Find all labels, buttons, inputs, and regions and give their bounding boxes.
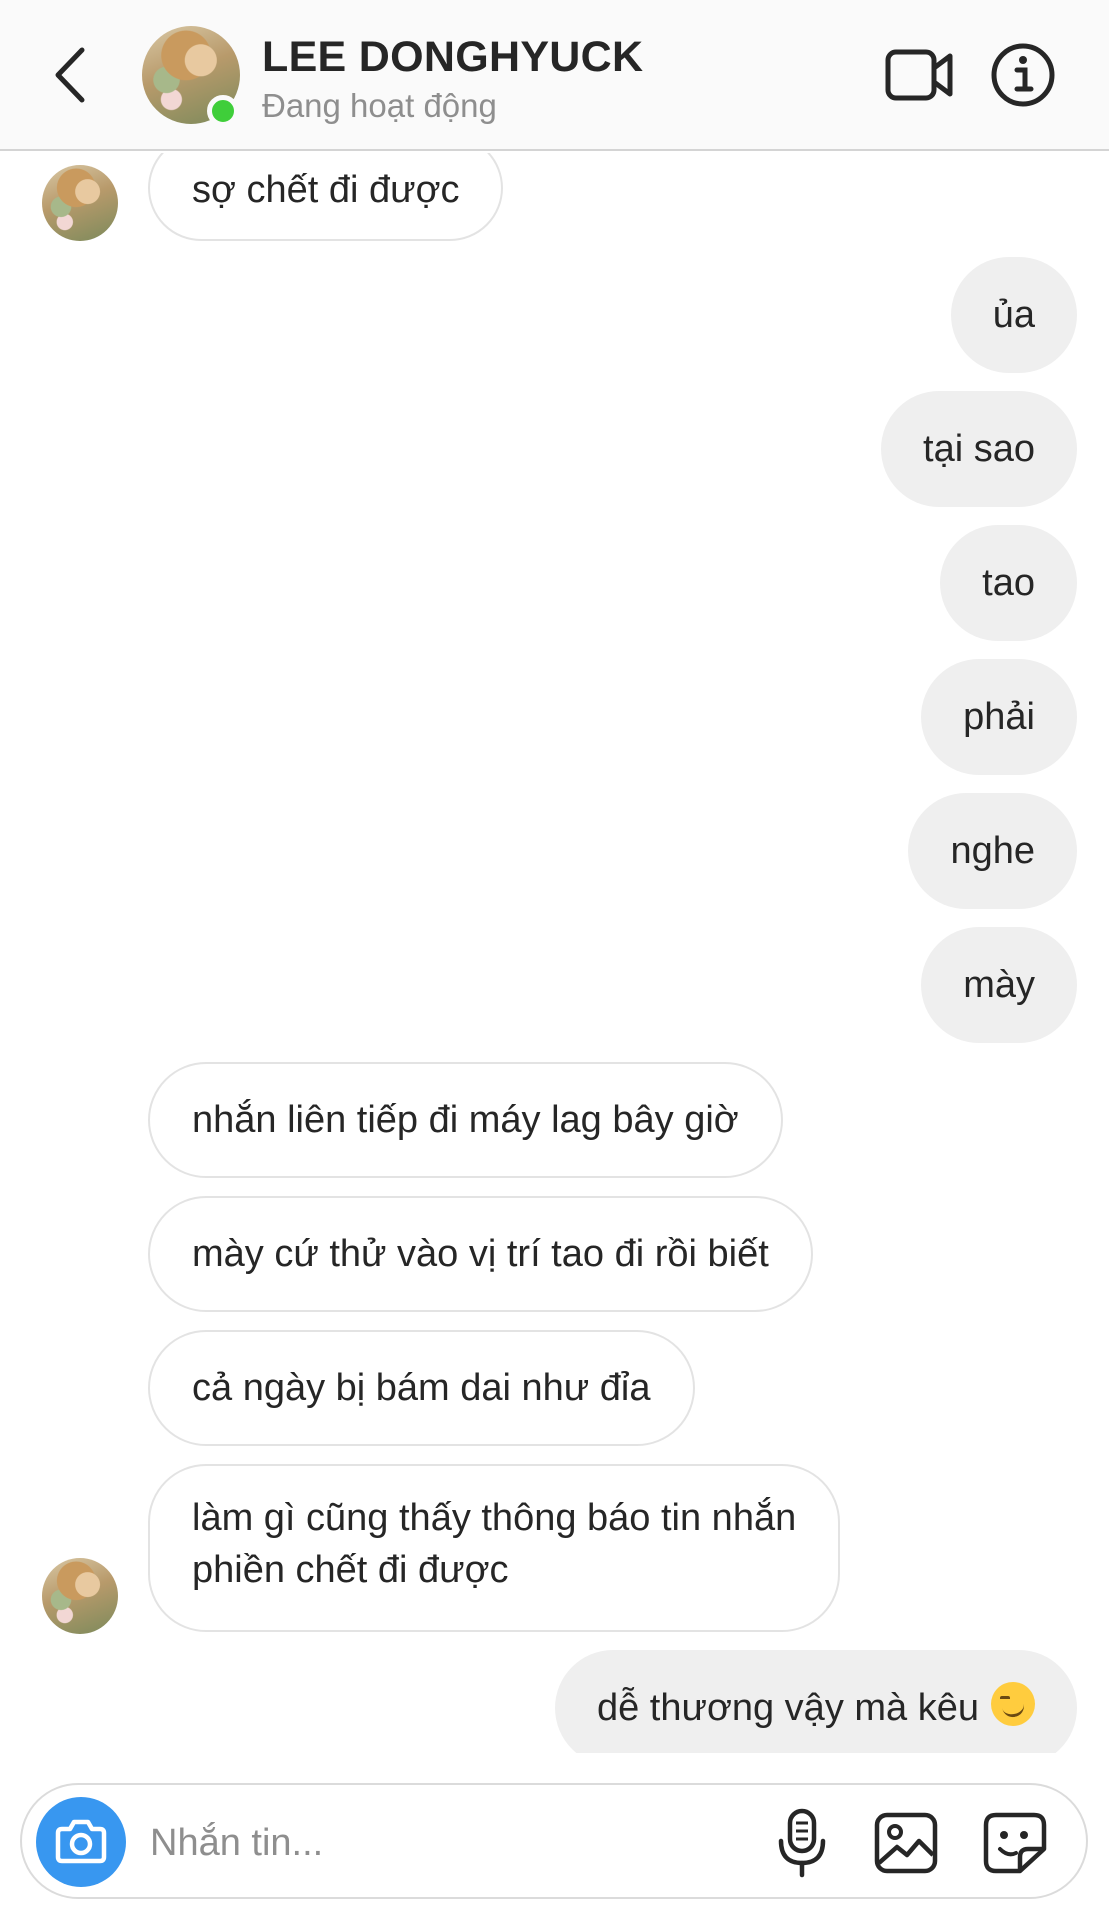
message-outgoing[interactable]: dễ thương vậy mà kêu: [554, 1650, 1077, 1753]
sender-avatar[interactable]: [42, 165, 118, 241]
sticker-icon[interactable]: [982, 1811, 1048, 1875]
info-icon[interactable]: [990, 42, 1056, 108]
message-incoming[interactable]: sợ chết đi được: [148, 153, 504, 241]
contact-name[interactable]: LEE DONGHYUCK: [262, 33, 643, 82]
message-list[interactable]: sợ chết đi được ủa tại sao tao phải nghe…: [0, 153, 1109, 1753]
camera-icon: [55, 1819, 107, 1864]
online-indicator: [207, 95, 239, 127]
message-outgoing[interactable]: tao: [940, 525, 1077, 641]
message-outgoing[interactable]: phải: [921, 659, 1077, 775]
message-incoming[interactable]: làm gì cũng thấy thông báo tin nhắn phiề…: [148, 1464, 841, 1632]
message-outgoing[interactable]: tại sao: [881, 391, 1077, 507]
contact-status: Đang hoạt động: [262, 87, 497, 124]
gallery-icon[interactable]: [873, 1811, 939, 1875]
message-composer: [20, 1783, 1088, 1899]
message-line: phiền chết đi được: [192, 1549, 509, 1591]
video-call-icon[interactable]: [884, 46, 954, 104]
message-outgoing[interactable]: ủa: [950, 257, 1077, 373]
message-outgoing[interactable]: mày: [921, 927, 1077, 1043]
chat-header: LEE DONGHYUCK Đang hoạt động: [0, 0, 1109, 151]
message-line: làm gì cũng thấy thông báo tin nhắn: [192, 1497, 797, 1539]
message-incoming[interactable]: cả ngày bị bám dai như đỉa: [148, 1330, 695, 1446]
message-input[interactable]: [150, 1817, 630, 1869]
back-icon[interactable]: [46, 42, 102, 108]
message-incoming[interactable]: nhắn liên tiếp đi máy lag bây giờ: [148, 1062, 783, 1178]
message-text: dễ thương vậy mà kêu: [596, 1687, 979, 1729]
message-incoming[interactable]: mày cứ thử vào vị trí tao đi rồi biết: [148, 1196, 813, 1312]
camera-button[interactable]: [36, 1797, 126, 1887]
sender-avatar[interactable]: [42, 1558, 118, 1634]
microphone-icon[interactable]: [776, 1807, 828, 1879]
smirking-face-icon: [991, 1682, 1035, 1726]
message-outgoing[interactable]: nghe: [908, 793, 1077, 909]
